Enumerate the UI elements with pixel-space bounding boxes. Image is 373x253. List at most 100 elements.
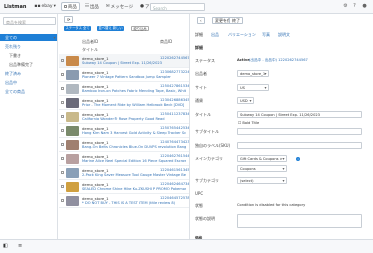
table-row[interactable]: demo_store_1 1240764473423 Bang-On Belts C… (59, 138, 189, 152)
row-title[interactable]: Bang-On Belts Chronicles Blue-On DUVPS r… (82, 145, 186, 149)
table-row[interactable]: demo_store_1 1250411237834 California Wond… (59, 110, 189, 124)
currency-label: 通貨 (195, 98, 203, 103)
sidebar-item-ended[interactable]: 終了済み (0, 70, 57, 77)
row-item-id[interactable]: 1230682773224 (160, 70, 189, 74)
row-checkbox[interactable] (61, 129, 64, 132)
row-item-id[interactable]: 1250411237834 (160, 112, 189, 116)
table-row[interactable]: demo_store_1 1220461561345 2-Pack King Sav… (59, 166, 189, 180)
status-value: Active (237, 58, 250, 62)
row-checkbox[interactable] (61, 115, 64, 118)
nav-listings[interactable]: ☷ 出品 (83, 2, 101, 11)
nav-messages[interactable]: ✉ メッセージ (104, 2, 135, 11)
custom-label-label: 独自のラベル(SKU) (195, 143, 231, 148)
row-item-id[interactable]: 1220462464734 (160, 182, 189, 186)
row-title[interactable]: Subway 14 Coupon | Street Exp. 11/26/202… (82, 61, 186, 65)
table-row[interactable]: demo_store_1 1250765442534 Hong Kim Nam 3 … (59, 124, 189, 138)
nav-products[interactable]: 商品 (60, 2, 80, 11)
tab-description[interactable]: 説明文 (278, 32, 290, 38)
global-search-input[interactable]: Search (150, 3, 205, 11)
tab-variations[interactable]: バリエーション (228, 32, 256, 38)
row-item-id[interactable]: 1230426886345 (160, 98, 189, 102)
bold-title-checkbox[interactable]: ☐ Bold Title (238, 121, 259, 125)
row-checkbox[interactable] (61, 101, 64, 104)
row-checkbox[interactable] (61, 143, 64, 146)
sidebar-item-drafts[interactable]: 下書き (0, 52, 57, 59)
product-thumbnail (66, 140, 79, 150)
subtitle-input[interactable] (237, 128, 362, 135)
sidebar-item-active[interactable]: 出品中 (0, 79, 57, 86)
product-thumbnail (66, 182, 79, 192)
table-row[interactable]: demo_store_1 1250427861534 Bamboo Iron-on … (59, 82, 189, 96)
condition-label: 状態 (195, 203, 203, 208)
col-header-title: タイトル (82, 47, 98, 52)
table-row[interactable]: demo_store_1 1230682773224 Pioneer 7 Vinta… (59, 68, 189, 82)
table-row[interactable]: demo_store_1 1230426886345 Prior - The Mom… (59, 96, 189, 110)
help-icon[interactable]: ? (352, 4, 357, 9)
table-row[interactable]: demo_store_1 1220462761544 Marine Alice Ne… (59, 152, 189, 166)
sidebar-search-input[interactable]: 商品を検索 (3, 17, 56, 25)
listings-icon: ☷ (84, 4, 89, 9)
subtitle-label: サブタイトル (195, 129, 219, 134)
row-title[interactable]: Prior - The Moment Ride by William Helbr… (82, 103, 186, 107)
row-item-id[interactable]: 1250427861534 (160, 84, 189, 88)
row-checkbox[interactable] (61, 87, 64, 90)
filter-chip-more[interactable]: 絞り込み (131, 26, 150, 31)
title-input[interactable]: Subway 14 Coupon | Street Exp. 11/26/202… (237, 111, 362, 118)
account-switcher[interactable]: ▪▪ ebay ▾ (32, 2, 57, 11)
currency-select[interactable]: USD (237, 97, 254, 104)
primary-category-select[interactable]: Gift Cards & Coupons > (237, 155, 287, 162)
site-select[interactable]: US (237, 84, 269, 91)
filter-chip-status[interactable]: ステータス 全て (64, 26, 92, 31)
seller-select[interactable]: demo_store_1 (237, 70, 269, 77)
row-title[interactable]: Hong Kim Nam 3 Harvest Gold Activity & S… (82, 131, 186, 135)
gear-icon[interactable]: ⚙ (343, 4, 348, 9)
filter-icon[interactable]: ≡ (18, 243, 22, 249)
table-row[interactable]: demo_store_1 1220262744567 Subway 14 Coupo… (59, 54, 189, 68)
row-title[interactable]: Pioneer 7 Vintage Pattern Sandbox Jump S… (82, 75, 186, 79)
site-label: サイト (195, 85, 207, 90)
row-title[interactable]: Bamboo Iron-on Patches Fabric Mending Ta… (82, 89, 186, 93)
condition-description-textarea[interactable] (237, 214, 362, 228)
row-title[interactable]: Marine Alice Neel Special Edition 16 Pie… (82, 159, 186, 163)
row-checkbox[interactable] (61, 199, 64, 202)
table-row[interactable]: demo_store_1 1220464572578 * DO NOT BUY - … (59, 194, 189, 208)
row-item-id[interactable]: 1220461561345 (160, 168, 189, 172)
custom-label-input[interactable] (237, 142, 362, 149)
product-thumbnail (66, 126, 79, 136)
row-checkbox[interactable] (61, 73, 64, 76)
row-item-id[interactable]: 1240764473423 (160, 140, 189, 144)
row-title[interactable]: California Wonder® Rose Property Good Re… (82, 117, 186, 121)
sidebar-item-unsold[interactable]: 売れ残り (0, 43, 57, 50)
row-checkbox[interactable] (61, 171, 64, 174)
row-item-id[interactable]: 1250765442534 (160, 126, 189, 130)
store-icon: ▪▪ (34, 4, 41, 9)
tab-details[interactable]: 詳細 (195, 32, 203, 38)
back-button[interactable]: ‹ (197, 17, 205, 24)
chevron-down-icon: ▾ (53, 4, 56, 9)
panel-toggle-icon[interactable]: ◧ (3, 243, 8, 249)
sidebar-item-all-products[interactable]: 全ての商品 (0, 88, 57, 95)
user-menu-icon[interactable]: ● (362, 4, 367, 9)
info-icon[interactable]: i (296, 156, 300, 161)
row-title[interactable]: * DO NOT BUY - THIS IS A TEST ITEM (titl… (82, 201, 186, 205)
row-item-id[interactable]: 1220462761544 (160, 154, 189, 158)
product-thumbnail (66, 154, 79, 164)
row-title[interactable]: SEALED Chrome Shine Hike Ku-ZKUSHI P PRO… (82, 187, 186, 191)
row-checkbox[interactable] (61, 157, 64, 160)
subcategory-select[interactable]: (select) (237, 177, 287, 184)
row-item-id[interactable]: 1220464572578 (160, 196, 189, 200)
filter-chip-sort[interactable]: 並べ替え 新しい (97, 26, 125, 31)
tab-photos[interactable]: 写真 (262, 32, 270, 38)
sidebar: 商品を検索 全ての 売れ残り 下書き 出品準備完了 終了済み 出品中 全ての商品 (0, 14, 58, 239)
row-title[interactable]: 2-Pack King Saver Measure Tool Gauge Mas… (82, 173, 186, 177)
row-item-id[interactable]: 1220262744567 (160, 56, 189, 60)
tab-listing[interactable]: 出品 (211, 32, 219, 38)
sidebar-item-all[interactable]: 全ての (0, 34, 57, 41)
secondary-category-select[interactable]: Coupons (237, 165, 287, 172)
row-checkbox[interactable] (61, 185, 64, 188)
row-checkbox[interactable] (61, 59, 64, 62)
sidebar-item-ready[interactable]: 出品準備完了 (0, 61, 57, 68)
close-button[interactable]: 終了 (229, 17, 243, 24)
refresh-button[interactable]: ⟳ (64, 16, 74, 23)
table-row[interactable]: demo_store_1 1220462464734 SEALED Chrome S… (59, 180, 189, 194)
